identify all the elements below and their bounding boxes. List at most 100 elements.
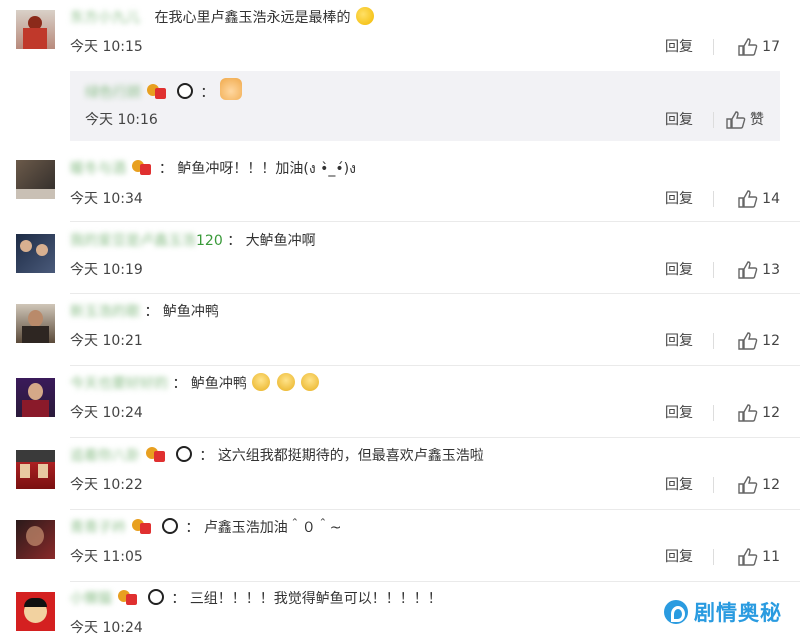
vip-badge-icon bbox=[146, 82, 168, 100]
reply-button[interactable]: 回复 bbox=[665, 475, 693, 495]
thumbs-up-icon bbox=[738, 476, 758, 494]
reply-button[interactable]: 回复 bbox=[665, 331, 693, 351]
reply-thread: 绿色行顾 ： 今天 10:16 回复 赞 bbox=[70, 71, 780, 141]
comment-item: 东方小九儿 在我心里卢鑫玉浩永远是最棒的 今天 10:15 回复 17 bbox=[0, 0, 800, 72]
comment-time: 今天 10:34 bbox=[70, 191, 143, 207]
comment-time: 今天 10:22 bbox=[70, 477, 143, 493]
like-button[interactable]: 赞 bbox=[726, 110, 764, 130]
vip-badge-icon bbox=[117, 588, 139, 606]
comment-text: 鲈鱼冲鸭 bbox=[190, 376, 247, 392]
thumbs-up-icon bbox=[738, 404, 758, 422]
username[interactable]: 绿色行顾 bbox=[85, 82, 141, 104]
like-button[interactable]: 14 bbox=[738, 189, 780, 209]
comment-time: 今天 10:16 bbox=[85, 112, 158, 128]
crying-emoji-icon bbox=[276, 373, 295, 391]
username[interactable]: 暖冬与酒 bbox=[70, 158, 126, 180]
thumbs-up-icon bbox=[738, 261, 758, 279]
username[interactable]: 今天也要好好的 bbox=[70, 373, 168, 395]
thinking-emoji-icon bbox=[355, 7, 374, 25]
like-label: 赞 bbox=[750, 112, 764, 128]
username-suffix[interactable]: 120 bbox=[196, 233, 223, 249]
username[interactable]: 小懒猫 bbox=[70, 588, 112, 610]
reply-button[interactable]: 回复 bbox=[665, 547, 693, 567]
comment-time: 今天 11:05 bbox=[70, 549, 143, 565]
like-count: 11 bbox=[762, 549, 780, 565]
avatar[interactable] bbox=[16, 160, 55, 199]
panda-emoji-icon bbox=[174, 445, 194, 463]
divider bbox=[713, 262, 714, 278]
avatar[interactable] bbox=[16, 378, 55, 417]
divider bbox=[713, 112, 714, 128]
vip-badge-icon bbox=[131, 517, 153, 535]
comment-time: 今天 10:24 bbox=[70, 405, 143, 421]
comment-time: 今天 10:24 bbox=[70, 620, 143, 636]
avatar[interactable] bbox=[16, 592, 55, 631]
reply-button[interactable]: 回复 bbox=[665, 189, 693, 209]
username[interactable]: 我的爱豆是卢鑫玉浩 bbox=[70, 230, 196, 252]
thumbs-up-icon bbox=[738, 190, 758, 208]
crying-emoji-icon bbox=[301, 373, 320, 391]
comment-time: 今天 10:21 bbox=[70, 333, 143, 349]
divider bbox=[713, 477, 714, 493]
reply-button[interactable]: 回复 bbox=[665, 403, 693, 423]
avatar[interactable] bbox=[16, 520, 55, 559]
crying-emoji-icon bbox=[252, 373, 271, 391]
comment-item: 新玉浩的歌 ： 鲈鱼冲鸭 今天 10:21 回复 12 bbox=[0, 294, 800, 366]
panda-emoji-icon bbox=[175, 82, 195, 100]
comment-item: 我的爱豆是卢鑫玉浩120 ： 大鲈鱼冲啊 今天 10:19 回复 13 bbox=[0, 222, 800, 294]
divider bbox=[713, 405, 714, 421]
watermark-text: 剧情奥秘 bbox=[694, 601, 782, 625]
comment-text: 三组！！！！我觉得鲈鱼可以！！！！！ bbox=[189, 591, 442, 607]
vip-badge-icon bbox=[131, 158, 153, 176]
panda-emoji-icon bbox=[160, 517, 180, 535]
comment-text: 鲈鱼冲呀！！！加油(ง •̀_•́)ง bbox=[177, 161, 356, 177]
like-button[interactable]: 11 bbox=[738, 547, 780, 567]
divider bbox=[713, 549, 714, 565]
vip-badge-icon bbox=[145, 445, 167, 463]
comment-item: 今天也要好好的 ： 鲈鱼冲鸭 今天 10:24 回复 12 bbox=[0, 366, 800, 438]
comment-item: 暖冬与酒 ： 鲈鱼冲呀！！！加油(ง •̀_•́)ง 今天 10:34 回复 1… bbox=[0, 150, 800, 222]
like-button[interactable]: 17 bbox=[738, 37, 780, 57]
panda-emoji-icon bbox=[146, 588, 166, 606]
like-button[interactable]: 12 bbox=[738, 475, 780, 495]
avatar[interactable] bbox=[16, 10, 55, 49]
like-button[interactable]: 12 bbox=[738, 403, 780, 423]
reply-button[interactable]: 回复 bbox=[665, 260, 693, 280]
like-count: 14 bbox=[762, 191, 780, 207]
reply-button[interactable]: 回复 bbox=[665, 37, 693, 57]
comment-text: 鲈鱼冲鸭 bbox=[162, 304, 219, 320]
thumbs-up-icon bbox=[738, 38, 758, 56]
like-button[interactable]: 13 bbox=[738, 260, 780, 280]
comment-time: 今天 10:19 bbox=[70, 262, 143, 278]
avatar[interactable] bbox=[16, 234, 55, 273]
like-count: 12 bbox=[762, 477, 780, 493]
avatar[interactable] bbox=[16, 450, 55, 489]
like-count: 13 bbox=[762, 262, 780, 278]
like-count: 12 bbox=[762, 333, 780, 349]
thumbs-up-icon bbox=[738, 548, 758, 566]
comment-text: 卢鑫玉浩加油＾０＾~ bbox=[203, 520, 342, 536]
comment-text: 大鲈鱼冲啊 bbox=[245, 233, 316, 249]
reply-button[interactable]: 回复 bbox=[665, 110, 693, 130]
thumbs-up-icon bbox=[726, 111, 746, 129]
ok-hand-emoji-icon bbox=[219, 78, 242, 100]
like-count: 12 bbox=[762, 405, 780, 421]
watermark-logo-icon bbox=[664, 600, 688, 624]
like-button[interactable]: 12 bbox=[738, 331, 780, 351]
divider bbox=[713, 191, 714, 207]
thumbs-up-icon bbox=[738, 332, 758, 350]
comment-item: 追着你八卦 ： 这六组我都挺期待的，但最喜欢卢鑫玉浩啦 今天 10:22 回复 … bbox=[0, 438, 800, 510]
like-count: 17 bbox=[762, 39, 780, 55]
divider bbox=[713, 39, 714, 55]
comment-item: 青青子衿 ： 卢鑫玉浩加油＾０＾~ 今天 11:05 回复 11 bbox=[0, 510, 800, 582]
watermark: 剧情奥秘 bbox=[650, 590, 790, 634]
comment-time: 今天 10:15 bbox=[70, 39, 143, 55]
avatar[interactable] bbox=[16, 304, 55, 343]
comment-text: 这六组我都挺期待的，但最喜欢卢鑫玉浩啦 bbox=[217, 448, 484, 464]
comment-text: 在我心里卢鑫玉浩永远是最棒的 bbox=[154, 10, 351, 26]
username[interactable]: 东方小九儿 bbox=[70, 7, 140, 29]
divider bbox=[713, 333, 714, 349]
username[interactable]: 青青子衿 bbox=[70, 517, 126, 539]
username[interactable]: 追着你八卦 bbox=[70, 445, 140, 467]
username[interactable]: 新玉浩的歌 bbox=[70, 301, 140, 323]
